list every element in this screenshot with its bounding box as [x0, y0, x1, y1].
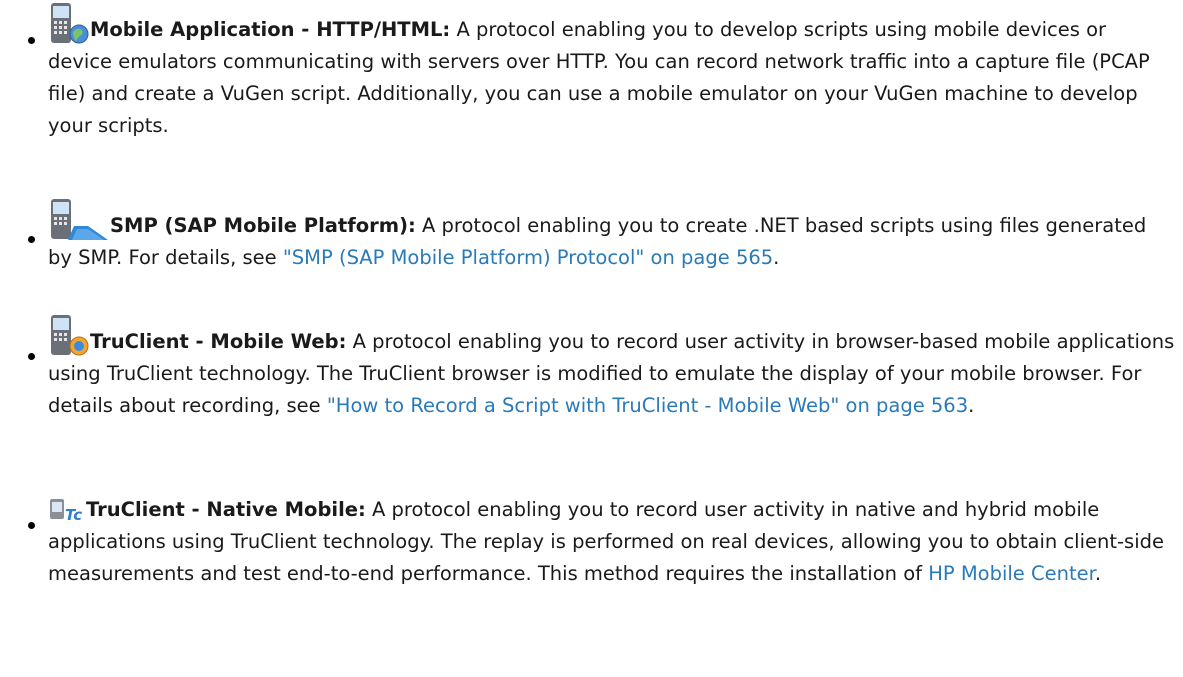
truclient-mobile-web-link[interactable]: "How to Record a Script with TruClient -… [327, 394, 968, 417]
bullet [28, 522, 35, 529]
punctuation: . [968, 394, 975, 418]
item-text: Tc TruClient - Native Mobile: A protocol… [48, 494, 1176, 591]
punctuation: . [773, 246, 780, 269]
mobile-sap-icon [48, 198, 110, 242]
protocol-name: TruClient - Native Mobile: [86, 498, 366, 521]
item-text: SMP (SAP Mobile Platform): A protocol en… [48, 198, 1176, 274]
truclient-native-icon: Tc [48, 496, 86, 526]
mobile-globe-icon [48, 2, 90, 46]
protocol-name: Mobile Application - HTTP/HTML: [90, 17, 451, 41]
bullet [28, 353, 35, 360]
punctuation: . [1094, 562, 1102, 586]
mobile-web-icon [48, 314, 90, 358]
bullet [28, 236, 35, 243]
bullet [28, 37, 35, 44]
protocol-list: Mobile Application - HTTP/HTML: A protoc… [0, 0, 1183, 677]
svg-text:Tc: Tc [65, 506, 82, 524]
protocol-name: TruClient - Mobile Web: [90, 329, 347, 353]
hp-mobile-center-link[interactable]: HP Mobile Center [928, 562, 1095, 585]
smp-protocol-link[interactable]: "SMP (SAP Mobile Platform) Protocol" on … [283, 246, 773, 269]
item-text: TruClient - Mobile Web: A protocol enabl… [48, 314, 1176, 422]
item-text: Mobile Application - HTTP/HTML: A protoc… [48, 2, 1176, 143]
protocol-name: SMP (SAP Mobile Platform): [110, 213, 416, 237]
